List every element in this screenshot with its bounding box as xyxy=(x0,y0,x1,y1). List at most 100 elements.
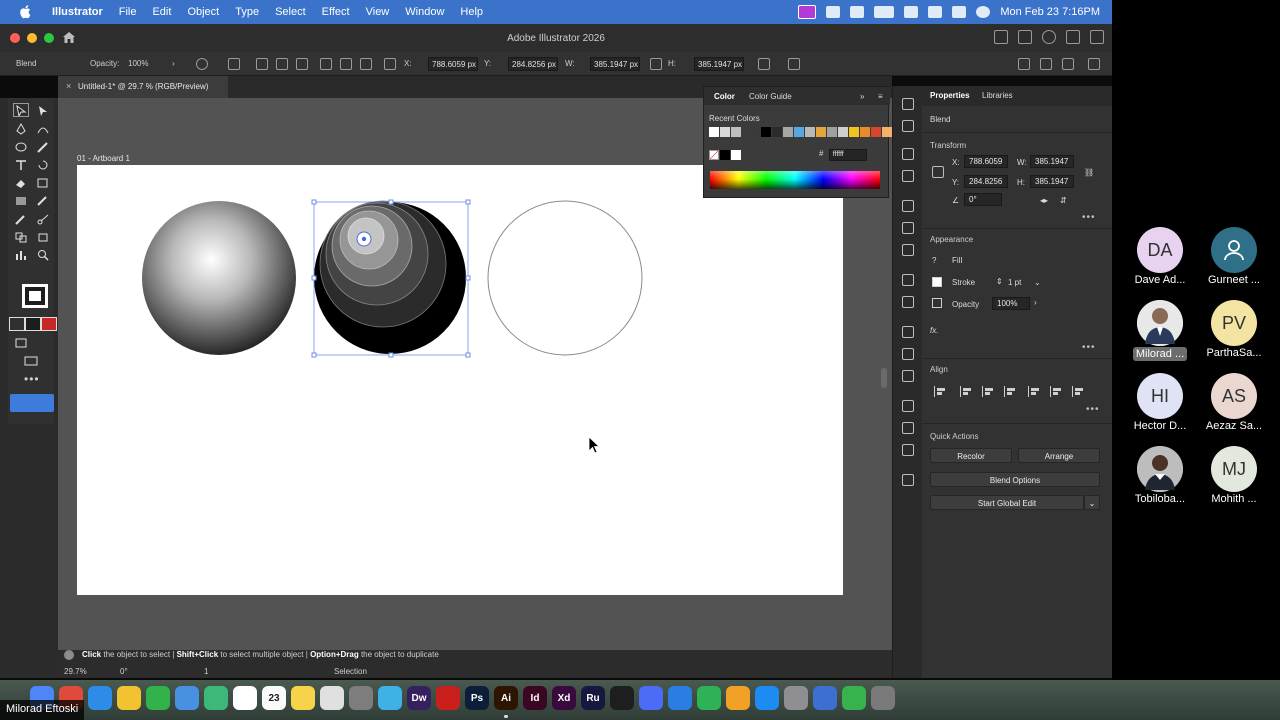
participant-tile[interactable]: Milorad ... xyxy=(1120,300,1200,366)
align-panel-icon[interactable] xyxy=(902,400,914,412)
pathfinder-icon[interactable] xyxy=(902,422,914,434)
dock-app-icon[interactable] xyxy=(755,686,779,710)
current-tool-readout[interactable]: Selection xyxy=(334,667,367,676)
appearance-more-icon[interactable]: ••• xyxy=(1082,342,1096,353)
tab-color[interactable]: Color xyxy=(714,92,735,101)
dock-app-icon[interactable] xyxy=(378,686,402,710)
align-more-icon[interactable]: ••• xyxy=(1086,404,1100,415)
wifi-icon[interactable] xyxy=(904,6,919,18)
opacity-label[interactable]: Opacity xyxy=(952,300,979,309)
artboard[interactable] xyxy=(77,165,843,595)
apple-icon[interactable] xyxy=(18,5,32,19)
stroke-panel-icon[interactable] xyxy=(902,200,914,212)
recent-color-swatch[interactable] xyxy=(720,127,730,137)
symbols-icon[interactable] xyxy=(902,170,914,182)
arrange-documents-icon[interactable] xyxy=(1066,30,1080,44)
dock-app-icon[interactable] xyxy=(871,686,895,710)
appearance-panel-icon[interactable] xyxy=(902,274,914,286)
zoom-tool-icon[interactable] xyxy=(36,248,50,261)
recent-color-swatch[interactable] xyxy=(805,127,815,137)
screen-share-icon[interactable] xyxy=(798,5,817,19)
dock-app-icon[interactable] xyxy=(726,686,750,710)
participant-tile[interactable]: Tobiloba... xyxy=(1120,446,1200,505)
layers-icon[interactable] xyxy=(902,326,914,338)
ellipse-tool-icon[interactable] xyxy=(14,140,28,152)
dock-app-icon[interactable]: Xd xyxy=(552,686,576,710)
eyedropper-tool-icon[interactable] xyxy=(14,212,28,225)
search-icon[interactable] xyxy=(1042,30,1056,44)
global-edit-options-chevron-icon[interactable]: ⌄ xyxy=(1084,495,1100,510)
draw-behind-icon[interactable] xyxy=(25,317,41,331)
align-center-icon[interactable] xyxy=(276,58,288,70)
y-input[interactable]: 284.8256 xyxy=(964,175,1008,188)
recolor-button[interactable]: Recolor xyxy=(930,448,1012,463)
rotate-tool-icon[interactable] xyxy=(36,158,50,170)
recent-color-swatch[interactable] xyxy=(849,127,859,137)
arrange-button[interactable]: Arrange xyxy=(1018,448,1100,463)
transparency-icon[interactable] xyxy=(902,244,914,256)
none-swatch-icon[interactable] xyxy=(41,317,57,331)
graph-tool-icon[interactable] xyxy=(14,248,28,260)
selection-tool-icon[interactable] xyxy=(13,103,29,118)
dock-app-icon[interactable]: Dw xyxy=(407,686,431,710)
align-left-icon[interactable] xyxy=(256,58,268,70)
type-tool-icon[interactable] xyxy=(14,158,28,170)
share-icon[interactable] xyxy=(994,30,1008,44)
shape-builder-tool-icon[interactable] xyxy=(14,230,28,243)
dock-app-icon[interactable] xyxy=(88,686,112,710)
panel-menu-icon[interactable]: ≡ xyxy=(878,92,883,101)
dock-app-icon[interactable] xyxy=(320,686,344,710)
graphic-styles-icon[interactable] xyxy=(902,296,914,308)
align-middle-icon[interactable] xyxy=(340,58,352,70)
menu-edit[interactable]: Edit xyxy=(144,6,179,18)
align-bottom-icon[interactable] xyxy=(1072,386,1084,397)
align-left-icon[interactable] xyxy=(960,386,972,397)
menu-view[interactable]: View xyxy=(358,6,398,18)
color-panel-icon[interactable] xyxy=(902,98,914,110)
close-tab-icon[interactable]: × xyxy=(66,81,71,91)
transform-icon[interactable] xyxy=(758,58,770,70)
recent-color-swatch[interactable] xyxy=(709,127,719,137)
participant-tile[interactable]: PV ParthaSa... xyxy=(1194,300,1274,359)
h-input[interactable]: 385.1947 xyxy=(1030,175,1074,188)
gradient-sphere[interactable] xyxy=(142,201,296,355)
libraries-panel-icon[interactable] xyxy=(902,474,914,486)
hex-input[interactable]: ffffff xyxy=(828,149,867,161)
tab-libraries[interactable]: Libraries xyxy=(982,91,1013,100)
workspace-switcher-icon[interactable] xyxy=(1090,30,1104,44)
blend-options-button[interactable]: Blend Options xyxy=(930,472,1100,487)
align-right-icon[interactable] xyxy=(1004,386,1016,397)
recent-color-swatch[interactable] xyxy=(761,127,771,137)
siri-icon[interactable] xyxy=(976,6,991,18)
menu-app-name[interactable]: Illustrator xyxy=(44,6,111,18)
collapse-panel-icon[interactable]: » xyxy=(860,92,864,101)
dock-app-icon[interactable] xyxy=(291,686,315,710)
screen-mode-icon[interactable] xyxy=(14,336,28,348)
align-top-icon[interactable] xyxy=(1028,386,1040,397)
w-field[interactable]: 385.1947 px xyxy=(590,57,640,71)
participant-tile[interactable]: HI Hector D... xyxy=(1120,373,1200,432)
dock-app-icon[interactable] xyxy=(175,686,199,710)
dock-app-icon[interactable] xyxy=(813,686,837,710)
mesh-tool-icon[interactable] xyxy=(36,194,50,206)
curvature-tool-icon[interactable] xyxy=(36,122,50,134)
outline-circle[interactable] xyxy=(487,200,643,356)
reference-point-icon[interactable] xyxy=(932,166,944,178)
help-icon[interactable] xyxy=(64,650,74,660)
selected-blend-object[interactable] xyxy=(311,199,471,358)
fill-stroke-swatch[interactable] xyxy=(22,284,48,308)
transform-panel-icon[interactable] xyxy=(902,444,914,456)
participant-tile[interactable]: DA Dave Ad... xyxy=(1120,227,1200,286)
align-bottom-icon[interactable] xyxy=(360,58,372,70)
menu-object[interactable]: Object xyxy=(179,6,227,18)
flip-vertical-icon[interactable]: ⇵ xyxy=(1060,196,1067,205)
dock-app-icon[interactable] xyxy=(233,686,257,710)
battery-icon[interactable] xyxy=(874,6,895,18)
chevron-down-icon[interactable]: ⌄ xyxy=(1034,278,1041,287)
recent-color-swatch[interactable] xyxy=(731,127,741,137)
opacity-label[interactable]: Opacity: xyxy=(90,59,119,68)
dock-app-icon[interactable] xyxy=(436,686,460,710)
dock-app-icon[interactable]: Ai xyxy=(494,686,518,710)
dock-app-icon[interactable] xyxy=(204,686,228,710)
spotlight-search-icon[interactable] xyxy=(928,6,943,18)
